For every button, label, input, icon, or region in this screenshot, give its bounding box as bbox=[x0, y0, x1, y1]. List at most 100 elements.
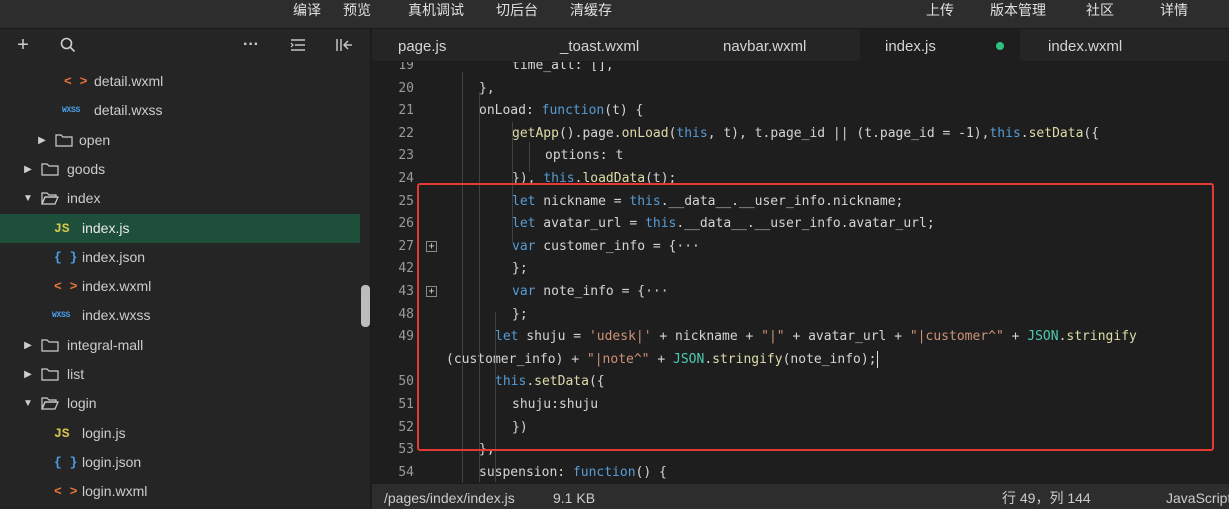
code-line[interactable]: }, bbox=[479, 438, 495, 461]
line-number: 22 bbox=[398, 125, 414, 141]
clear-cache-button[interactable]: 清缓存 bbox=[570, 0, 612, 29]
community-button[interactable]: 社区 bbox=[1086, 0, 1114, 29]
chevron-right-icon[interactable]: ▶ bbox=[22, 360, 34, 389]
line-number: 54 bbox=[398, 464, 414, 480]
tree-item-label: login.wxml bbox=[82, 483, 148, 500]
wxss-file-icon: WXSS bbox=[52, 311, 71, 321]
code-line[interactable]: (customer_info) + "|note^" + JSON.string… bbox=[446, 348, 878, 371]
file-index-wxml[interactable]: < > index.wxml bbox=[0, 272, 360, 301]
file-detail-wxss[interactable]: WXSS detail.wxss bbox=[0, 96, 360, 125]
file-index-wxss[interactable]: WXSS index.wxss bbox=[0, 301, 360, 330]
code-line[interactable]: time_all: [], bbox=[512, 62, 614, 77]
folder-integral-mall[interactable]: ▶ integral-mall bbox=[0, 331, 360, 360]
code-line[interactable]: var customer_info = {··· bbox=[512, 235, 700, 258]
file-login-json[interactable]: { } login.json bbox=[0, 448, 360, 477]
code-line[interactable]: }; bbox=[512, 303, 528, 326]
folder-icon bbox=[41, 339, 59, 352]
more-icon[interactable]: ··· bbox=[239, 29, 263, 61]
file-login-wxml[interactable]: < > login.wxml bbox=[0, 477, 360, 506]
file-login-js[interactable]: JS login.js bbox=[0, 419, 360, 448]
code-line[interactable]: suspension: function() { bbox=[479, 461, 667, 483]
folder-open[interactable]: ▶ open bbox=[0, 126, 360, 155]
file-index-js[interactable]: JS index.js bbox=[0, 213, 360, 243]
remote-debug-button[interactable]: 真机调试 bbox=[408, 0, 464, 29]
folder-icon bbox=[41, 368, 59, 381]
upload-button[interactable]: 上传 bbox=[926, 0, 954, 29]
code-editor[interactable]: 19 time_all: [], 20}, 21 onLoad: function(t)… bbox=[372, 62, 1229, 483]
indent-guide bbox=[495, 312, 496, 482]
indent-guide bbox=[462, 72, 463, 483]
folder-goods[interactable]: ▶ goods bbox=[0, 155, 360, 184]
tree-item-label: login bbox=[67, 395, 97, 412]
code-line[interactable]: let nickname = this.__data__.__user_info… bbox=[512, 190, 903, 213]
json-file-icon: { } bbox=[54, 249, 78, 265]
language-mode[interactable]: JavaScript bbox=[1166, 484, 1229, 509]
code-line[interactable]: getApp().page.onLoad(this, t), t.page_id… bbox=[512, 122, 1099, 145]
chevron-right-icon[interactable]: ▶ bbox=[22, 155, 34, 184]
expand-fold-icon[interactable]: + bbox=[426, 240, 437, 252]
cursor-position[interactable]: 行 49，列 144 bbox=[1002, 484, 1091, 509]
tab-index-wxml[interactable]: index.wxml bbox=[1028, 29, 1158, 62]
file-detail-wxml[interactable]: < > detail.wxml bbox=[0, 67, 360, 96]
code-line[interactable]: let avatar_url = this.__data__.__user_in… bbox=[512, 212, 935, 235]
sidebar-scrollbar[interactable] bbox=[361, 285, 370, 327]
line-number: 53 bbox=[398, 442, 414, 458]
code-line[interactable]: onLoad: function(t) { bbox=[479, 99, 643, 122]
folder-index[interactable]: ▼ index bbox=[0, 184, 360, 213]
tab-navbar-wxml[interactable]: navbar.wxml bbox=[717, 29, 837, 62]
chevron-down-icon[interactable]: ▼ bbox=[22, 184, 34, 213]
top-toolbar: 编译 预览 真机调试 切后台 清缓存 上传 版本管理 社区 详情 bbox=[0, 0, 1229, 29]
compile-button[interactable]: 编译 bbox=[293, 0, 321, 29]
folder-login[interactable]: ▼ login bbox=[0, 389, 360, 418]
status-bar: /pages/index/index.js 9.1 KB 行 49，列 144 … bbox=[372, 483, 1229, 509]
folder-list[interactable]: ▶ list bbox=[0, 360, 360, 389]
file-size: 9.1 KB bbox=[553, 490, 596, 506]
chevron-right-icon[interactable]: ▶ bbox=[22, 331, 34, 360]
line-number: 42 bbox=[398, 261, 414, 277]
code-line[interactable]: }) bbox=[512, 416, 528, 439]
chevron-right-icon[interactable]: ▶ bbox=[36, 126, 48, 155]
chevron-down-icon[interactable]: ▼ bbox=[22, 389, 34, 418]
preview-button[interactable]: 预览 bbox=[343, 0, 371, 29]
background-button[interactable]: 切后台 bbox=[496, 0, 538, 29]
tab-toast-wxml[interactable]: _toast.wxml bbox=[552, 29, 672, 62]
code-line[interactable]: }; bbox=[512, 257, 528, 280]
tab-index-js[interactable]: index.js bbox=[860, 29, 1020, 62]
add-icon[interactable]: + bbox=[11, 29, 35, 61]
indent-guide bbox=[512, 122, 513, 242]
line-number: 49 bbox=[398, 329, 414, 345]
version-manage-button[interactable]: 版本管理 bbox=[990, 0, 1046, 29]
line-number: 50 bbox=[398, 374, 414, 390]
tab-page-js[interactable]: page.js bbox=[372, 29, 472, 62]
expand-fold-icon[interactable]: + bbox=[426, 286, 437, 297]
editor-tabs: page.js _toast.wxml navbar.wxml index.js… bbox=[372, 29, 1229, 62]
modified-dot-icon bbox=[996, 42, 1004, 50]
file-index-json[interactable]: { } index.json bbox=[0, 243, 360, 272]
js-file-icon: JS bbox=[54, 425, 70, 441]
line-number: 52 bbox=[398, 419, 414, 435]
text-cursor bbox=[876, 350, 878, 368]
code-line[interactable]: }, bbox=[479, 77, 495, 100]
code-line[interactable]: this.setData({ bbox=[495, 370, 605, 393]
tree-item-label: index.json bbox=[82, 248, 146, 265]
json-file-icon: { } bbox=[54, 454, 78, 470]
line-number: 23 bbox=[398, 148, 414, 164]
line-number: 43 bbox=[398, 284, 414, 299]
line-number: 48 bbox=[398, 306, 414, 322]
split-icon[interactable] bbox=[332, 29, 356, 61]
line-number: 20 bbox=[398, 80, 414, 96]
line-number: 25 bbox=[398, 193, 414, 209]
code-line[interactable]: shuju:shuju bbox=[512, 393, 598, 416]
tree-item-label: login.json bbox=[82, 453, 142, 470]
code-line[interactable]: options: t bbox=[545, 144, 623, 167]
collapse-icon[interactable] bbox=[286, 29, 310, 61]
wxml-file-icon: < > bbox=[54, 279, 78, 295]
line-number: 21 bbox=[398, 103, 414, 119]
code-line[interactable]: }), this.loadData(t); bbox=[512, 167, 676, 190]
code-line[interactable]: var note_info = {··· bbox=[512, 280, 669, 303]
indent-guide bbox=[479, 92, 480, 482]
search-icon[interactable] bbox=[56, 29, 80, 61]
details-button[interactable]: 详情 bbox=[1160, 0, 1188, 29]
tree-item-label: open bbox=[79, 131, 111, 148]
code-line[interactable]: let shuju = 'udesk|' + nickname + "|" + … bbox=[495, 325, 1137, 348]
